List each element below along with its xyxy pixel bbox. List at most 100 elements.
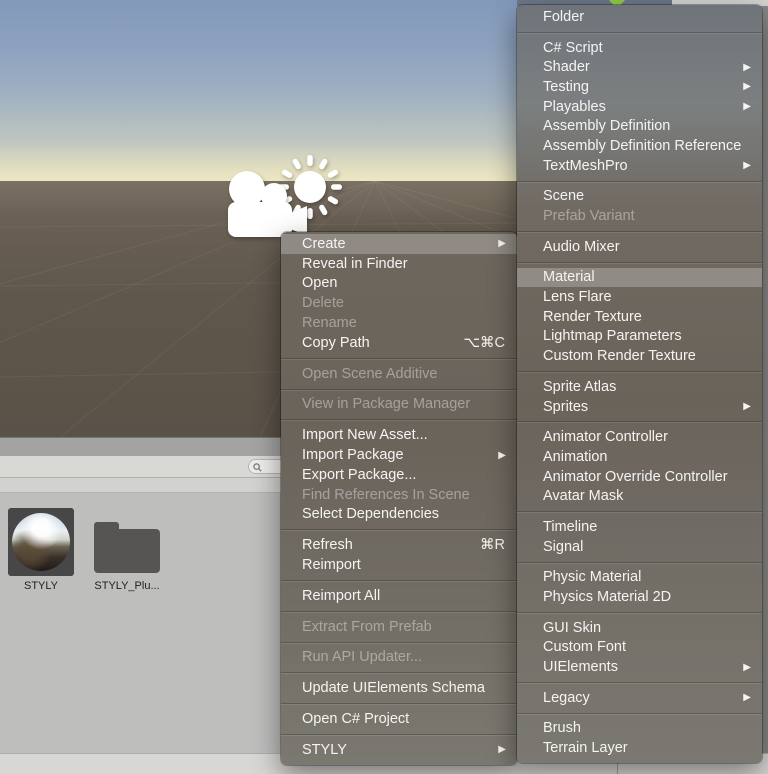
submenu-arrow-icon: ▶ [743,101,751,113]
menu-item-prefab-variant: Prefab Variant [517,206,762,226]
asset-styly-label: STYLY [23,580,59,592]
menu-item-refresh[interactable]: Refresh ⌘R [281,535,517,555]
menu-item-render-texture[interactable]: Render Texture [517,307,762,327]
menu-item-label: Render Texture [543,308,642,325]
menu-item-gui-skin[interactable]: GUI Skin [517,618,762,638]
menu-item-legacy[interactable]: Legacy ▶ [517,688,762,708]
menu-separator [281,672,517,674]
menu-separator [517,511,762,513]
menu-item-shader[interactable]: Shader ▶ [517,57,762,77]
menu-item-import-package[interactable]: Import Package ▶ [281,445,517,465]
unity-editor-window: STYLY STYLY_Plu... Create ▶ Reveal in Find… [0,0,768,774]
menu-item-view-in-package-manager: View in Package Manager [281,395,517,415]
menu-separator [517,31,762,33]
menu-item-import-new-asset[interactable]: Import New Asset... [281,425,517,445]
menu-item-testing[interactable]: Testing ▶ [517,77,762,97]
menu-separator [517,681,762,683]
menu-item-label: Update UIElements Schema [302,680,485,697]
menu-separator [281,703,517,705]
panel-divider [762,6,768,753]
menu-item-assembly-definition-reference[interactable]: Assembly Definition Reference [517,136,762,156]
menu-item-audio-mixer[interactable]: Audio Mixer [517,237,762,257]
menu-separator [517,261,762,263]
menu-item-label: Animation [543,448,608,465]
menu-item-material[interactable]: Material [517,267,762,288]
menu-item-select-dependencies[interactable]: Select Dependencies [281,505,517,525]
menu-item-avatar-mask[interactable]: Avatar Mask [517,486,762,506]
menu-item-physics-material-2d[interactable]: Physics Material 2D [517,587,762,607]
menu-item-label: Select Dependencies [302,506,440,523]
asset-styly-plugins-folder-icon[interactable] [94,522,160,573]
menu-item-label: Playables [543,98,606,115]
menu-item-c-script[interactable]: C# Script [517,38,762,58]
menu-item-sprites[interactable]: Sprites ▶ [517,397,762,417]
menu-item-open-c-project[interactable]: Open C# Project [281,709,517,729]
submenu-arrow-icon: ▶ [743,61,751,73]
menu-item-reveal-in-finder[interactable]: Reveal in Finder [281,254,517,274]
menu-item-uielements[interactable]: UIElements ▶ [517,657,762,677]
menu-item-delete: Delete [281,293,517,313]
menu-item-shortcut: ⌥⌘C [463,334,505,351]
menu-item-export-package[interactable]: Export Package... [281,465,517,485]
menu-item-label: Import New Asset... [302,427,428,444]
menu-item-scene[interactable]: Scene [517,187,762,207]
submenu-arrow-icon: ▶ [498,449,506,461]
menu-item-label: STYLY [302,741,347,758]
menu-item-label: Animator Override Controller [543,468,728,485]
menu-item-label: Custom Render Texture [543,348,696,365]
submenu-arrow-icon: ▶ [743,692,751,704]
menu-item-label: Lens Flare [543,289,612,306]
menu-item-sprite-atlas[interactable]: Sprite Atlas [517,377,762,397]
menu-item-update-uielements-schema[interactable]: Update UIElements Schema [281,678,517,698]
menu-item-label: Legacy [543,689,590,706]
menu-item-label: Sprite Atlas [543,378,617,395]
menu-item-label: Open [302,275,338,292]
menu-item-label: C# Script [543,39,603,56]
menu-item-label: Custom Font [543,639,626,656]
menu-separator [281,388,517,390]
menu-item-folder[interactable]: Folder [517,7,762,27]
menu-item-extract-from-prefab: Extract From Prefab [281,617,517,637]
menu-item-brush[interactable]: Brush [517,719,762,739]
menu-item-custom-render-texture[interactable]: Custom Render Texture [517,346,762,366]
menu-item-label: Audio Mixer [543,238,620,255]
menu-item-animator-override-controller[interactable]: Animator Override Controller [517,467,762,487]
menu-separator [517,230,762,232]
menu-item-animator-controller[interactable]: Animator Controller [517,427,762,447]
menu-item-label: Reveal in Finder [302,255,408,272]
menu-item-textmeshpro[interactable]: TextMeshPro ▶ [517,156,762,176]
submenu-arrow-icon: ▶ [743,81,751,93]
menu-item-signal[interactable]: Signal [517,537,762,557]
menu-separator [281,579,517,581]
menu-item-label: Copy Path [302,334,370,351]
menu-item-physic-material[interactable]: Physic Material [517,568,762,588]
menu-item-label: Reimport [302,557,361,574]
menu-item-reimport[interactable]: Reimport [281,555,517,575]
submenu-arrow-icon: ▶ [743,661,751,673]
menu-item-lens-flare[interactable]: Lens Flare [517,287,762,307]
menu-item-label: Physics Material 2D [543,589,672,606]
menu-item-label: Extract From Prefab [302,618,432,635]
menu-item-custom-font[interactable]: Custom Font [517,638,762,658]
menu-separator [281,419,517,421]
menu-item-copy-path[interactable]: Copy Path ⌥⌘C [281,333,517,353]
menu-item-label: Testing [543,78,589,95]
menu-item-create[interactable]: Create ▶ [281,234,517,254]
menu-item-label: UIElements [543,659,618,676]
menu-item-label: TextMeshPro [543,157,628,174]
camera-gizmo-icon[interactable] [218,158,310,242]
menu-item-terrain-layer[interactable]: Terrain Layer [517,738,762,758]
menu-item-label: Lightmap Parameters [543,328,682,345]
menu-item-animation[interactable]: Animation [517,447,762,467]
menu-item-open[interactable]: Open [281,274,517,294]
menu-item-styly[interactable]: STYLY ▶ [281,740,517,760]
submenu-arrow-icon: ▶ [743,160,751,172]
menu-item-assembly-definition[interactable]: Assembly Definition [517,116,762,136]
submenu-arrow-icon: ▶ [743,401,751,413]
menu-item-playables[interactable]: Playables ▶ [517,97,762,117]
menu-item-lightmap-parameters[interactable]: Lightmap Parameters [517,327,762,347]
menu-item-timeline[interactable]: Timeline [517,517,762,537]
menu-item-reimport-all[interactable]: Reimport All [281,586,517,606]
asset-styly-thumbnail[interactable] [8,508,74,576]
menu-separator [281,529,517,531]
